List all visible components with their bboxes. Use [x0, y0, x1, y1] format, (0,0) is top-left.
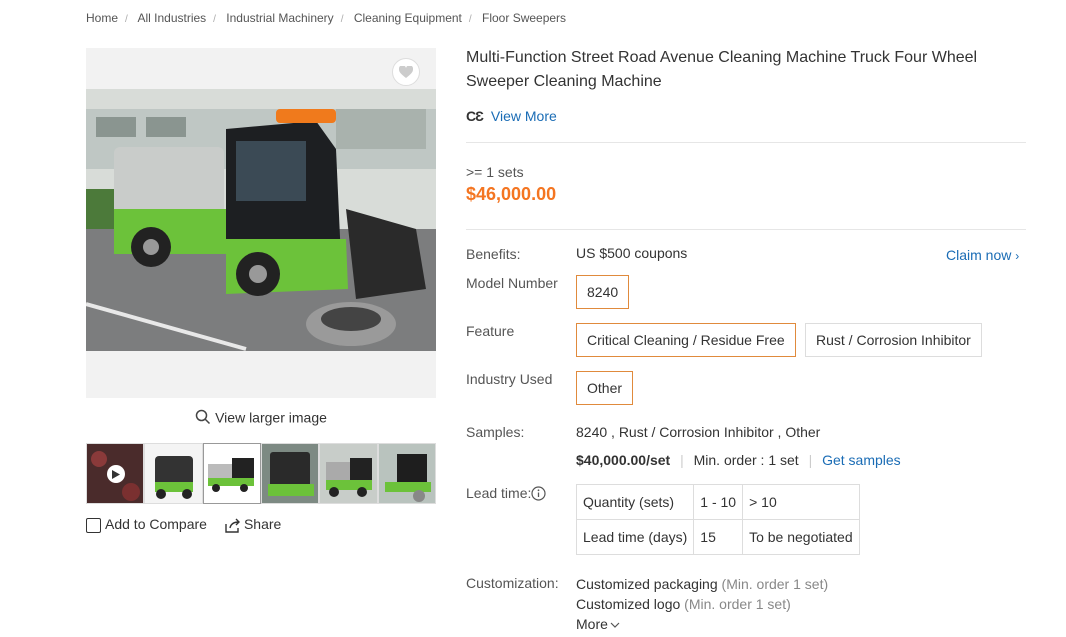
breadcrumb-all-industries[interactable]: All Industries: [137, 11, 206, 25]
table-row: Lead time (days) 15 To be negotiated: [575, 519, 861, 555]
breadcrumb: Home / All Industries / Industrial Machine…: [86, 11, 566, 25]
view-larger-image-link[interactable]: View larger image: [86, 408, 436, 425]
customization-name: Customized packaging: [576, 576, 718, 592]
table-cell: Lead time (days): [575, 519, 695, 555]
ce-mark: CƐ: [466, 108, 484, 124]
breadcrumb-separator: /: [340, 14, 344, 25]
model-option-8240[interactable]: 8240: [576, 275, 630, 309]
get-samples-link[interactable]: Get samples: [822, 452, 901, 468]
claim-now-label: Claim now: [946, 247, 1012, 263]
industry-option-other[interactable]: Other: [576, 371, 634, 405]
chevron-right-icon: ›: [1015, 249, 1020, 263]
product-main-image[interactable]: [86, 89, 436, 351]
benefits-value: US $500 coupons: [576, 245, 688, 261]
product-price: $46,000.00: [466, 184, 557, 204]
more-label: More: [576, 616, 608, 632]
lead-time-label: Lead time:: [466, 485, 546, 501]
product-title: Multi-Function Street Road Avenue Cleani…: [466, 49, 978, 90]
info-icon[interactable]: [531, 486, 546, 501]
feature-option-rust-inhibitor[interactable]: Rust / Corrosion Inhibitor: [805, 323, 982, 357]
divider: [466, 142, 1026, 143]
view-larger-label: View larger image: [215, 409, 327, 426]
magnifier-icon: [195, 410, 211, 425]
favorite-heart-icon[interactable]: [392, 58, 420, 86]
breadcrumb-separator: /: [213, 14, 216, 25]
samples-label: Samples:: [466, 424, 525, 440]
view-more-link[interactable]: View More: [491, 108, 557, 124]
breadcrumb-home[interactable]: Home: [86, 11, 118, 25]
feature-label: Feature: [466, 323, 515, 339]
share-label: Share: [243, 516, 282, 532]
samples-summary: 8240 , Rust / Corrosion Inhibitor , Othe…: [576, 424, 821, 440]
feature-option-critical-cleaning[interactable]: Critical Cleaning / Residue Free: [576, 323, 796, 357]
thumbnail-side[interactable]: [202, 443, 261, 504]
sample-price: $40,000.00/set: [576, 452, 671, 468]
breadcrumb-floor-sweepers[interactable]: Floor Sweepers: [482, 11, 566, 25]
thumbnail-video[interactable]: [86, 443, 145, 504]
customization-note: (Min. order 1 set): [721, 576, 829, 592]
thumbnail-front[interactable]: [144, 443, 203, 504]
table-cell: To be negotiated: [742, 519, 861, 555]
compare-checkbox[interactable]: [86, 517, 101, 533]
thumbnail-cab[interactable]: [377, 443, 436, 504]
thumbnail-rear[interactable]: [260, 443, 320, 504]
divider: |: [680, 452, 684, 468]
add-to-compare-label: Add to Compare: [105, 516, 207, 532]
model-number-label: Model Number: [466, 275, 558, 291]
divider: [466, 229, 1026, 230]
min-order-quantity: >= 1 sets: [466, 164, 524, 180]
breadcrumb-separator: /: [125, 14, 128, 25]
customization-more-link[interactable]: More: [576, 616, 620, 632]
thumbnail-right[interactable]: [319, 443, 378, 504]
share-button[interactable]: Share: [225, 516, 281, 533]
sample-min-order: Min. order : 1 set: [693, 452, 799, 468]
product-gallery[interactable]: [86, 48, 436, 398]
add-to-compare[interactable]: Add to Compare: [86, 516, 207, 533]
breadcrumb-separator: /: [468, 14, 472, 25]
samples-price-row: $40,000.00/set | Min. order : 1 set | Ge…: [576, 452, 901, 468]
thumbnail-strip: [86, 443, 436, 504]
table-cell: > 10: [742, 484, 861, 520]
customization-item: Customized packaging (Min. order 1 set): [576, 576, 828, 592]
benefits-label: Benefits:: [466, 246, 521, 262]
table-cell: 1 - 10: [693, 484, 744, 520]
chevron-down-icon: [610, 622, 620, 628]
lead-time-table: Quantity (sets) 1 - 10 > 10 Lead time (d…: [575, 484, 861, 555]
lead-time-label-text: Lead time:: [466, 485, 532, 501]
table-cell: Quantity (sets): [575, 484, 695, 520]
breadcrumb-industrial-machinery[interactable]: Industrial Machinery: [226, 11, 333, 25]
claim-now-link[interactable]: Claim now ›: [946, 247, 1019, 263]
table-cell: 15: [693, 519, 744, 555]
share-icon: [225, 518, 240, 533]
certification-row: CƐ View More: [466, 108, 557, 124]
play-icon[interactable]: [107, 465, 125, 483]
gallery-actions: Add to Compare Share: [86, 516, 281, 533]
customization-label: Customization:: [466, 575, 559, 591]
customization-item: Customized logo (Min. order 1 set): [576, 596, 791, 612]
divider: |: [808, 452, 813, 468]
customization-name: Customized logo: [576, 596, 681, 612]
table-row: Quantity (sets) 1 - 10 > 10: [575, 484, 861, 520]
breadcrumb-cleaning-equipment[interactable]: Cleaning Equipment: [354, 11, 462, 25]
customization-note: (Min. order 1 set): [684, 596, 791, 612]
industry-used-label: Industry Used: [466, 371, 553, 387]
